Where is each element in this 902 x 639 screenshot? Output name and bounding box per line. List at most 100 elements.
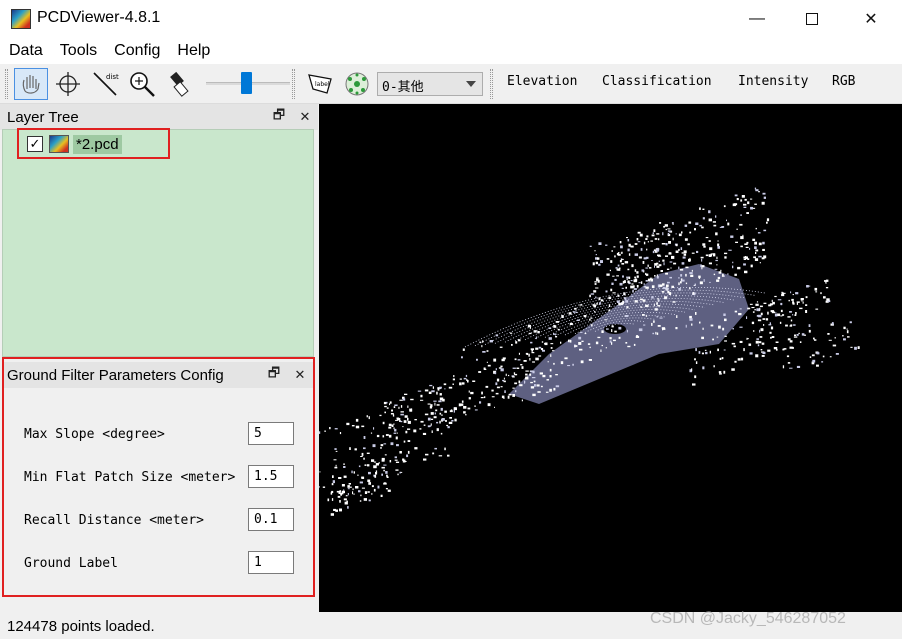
color-by-elevation-button[interactable]: Elevation (507, 74, 577, 89)
point-cloud-canvas[interactable] (309, 104, 902, 612)
pick-point-button[interactable] (51, 68, 85, 100)
point (449, 417, 452, 419)
point (633, 288, 637, 290)
point (361, 487, 365, 489)
point (645, 280, 648, 282)
point (789, 311, 792, 313)
point (391, 424, 394, 427)
point (754, 187, 757, 190)
point (646, 235, 649, 238)
brush-tool-button[interactable] (161, 68, 195, 100)
point (495, 368, 497, 371)
point (755, 354, 759, 358)
point-size-slider-handle[interactable] (241, 72, 252, 94)
point (759, 336, 763, 338)
point (665, 243, 668, 246)
point (717, 243, 720, 247)
point (453, 407, 457, 411)
point (827, 333, 830, 335)
toolbar-grip[interactable] (5, 69, 8, 99)
point (334, 466, 338, 469)
point (618, 336, 621, 339)
point (624, 261, 629, 264)
point (383, 464, 387, 466)
point (531, 352, 535, 354)
point (790, 291, 792, 294)
point (621, 258, 624, 260)
point (702, 217, 705, 220)
point (530, 386, 535, 389)
point (701, 336, 704, 340)
point (775, 312, 777, 314)
point (627, 345, 631, 348)
point (713, 365, 715, 368)
color-by-classification-button[interactable]: Classification (602, 74, 712, 89)
point (419, 428, 422, 430)
point (820, 292, 822, 295)
point (440, 414, 443, 416)
point (626, 329, 628, 333)
point (330, 491, 333, 495)
measure-distance-button[interactable]: dist (88, 68, 122, 100)
label-tool-button[interactable]: label (303, 68, 337, 100)
point (431, 390, 435, 393)
point (805, 296, 808, 299)
toolbar-grip[interactable] (490, 69, 493, 99)
maximize-icon (806, 13, 818, 25)
menu-config[interactable]: Config (105, 42, 168, 60)
point (780, 302, 783, 306)
pan-tool-button[interactable] (14, 68, 48, 100)
point (339, 432, 342, 435)
menu-data[interactable]: Data (0, 42, 51, 60)
point (372, 444, 376, 448)
point (719, 357, 722, 360)
point (368, 416, 370, 420)
point (443, 383, 447, 386)
point (721, 357, 724, 360)
point (757, 232, 761, 234)
class-select[interactable]: 0-其他 (377, 72, 483, 96)
color-by-rgb-button[interactable]: RGB (832, 74, 855, 89)
point (790, 324, 793, 326)
point (695, 361, 698, 364)
menu-help[interactable]: Help (168, 42, 218, 60)
color-by-intensity-button[interactable]: Intensity (738, 74, 808, 89)
point (512, 394, 515, 397)
point (347, 506, 349, 509)
point (375, 463, 379, 466)
point (667, 228, 671, 230)
point (749, 303, 753, 305)
point (600, 349, 602, 352)
point (624, 280, 626, 283)
point (385, 471, 388, 474)
point (631, 283, 634, 285)
point (402, 458, 405, 461)
toolbar-grip[interactable] (292, 69, 295, 99)
close-window-button[interactable]: ✕ (842, 0, 900, 38)
point (794, 334, 796, 336)
point (668, 241, 671, 244)
point (826, 298, 830, 301)
minimize-button[interactable]: — (728, 0, 786, 38)
point (752, 238, 756, 241)
point (611, 325, 614, 328)
float-dock-icon[interactable]: 🗗 (266, 106, 292, 128)
point (366, 452, 370, 454)
point (541, 341, 544, 343)
point (777, 299, 782, 301)
point (547, 361, 549, 363)
point (373, 488, 376, 492)
point (518, 380, 521, 384)
point (739, 223, 743, 226)
point (712, 253, 716, 257)
zoom-button[interactable] (125, 68, 159, 100)
menu-tools[interactable]: Tools (51, 42, 105, 60)
maximize-button[interactable] (783, 0, 841, 38)
point (800, 298, 804, 301)
point (672, 223, 674, 225)
point-cloud-viewer[interactable] (309, 104, 902, 612)
point (436, 421, 439, 424)
auto-classify-button[interactable] (340, 68, 374, 100)
close-dock-icon[interactable]: ✕ (292, 109, 318, 125)
point (358, 490, 361, 493)
